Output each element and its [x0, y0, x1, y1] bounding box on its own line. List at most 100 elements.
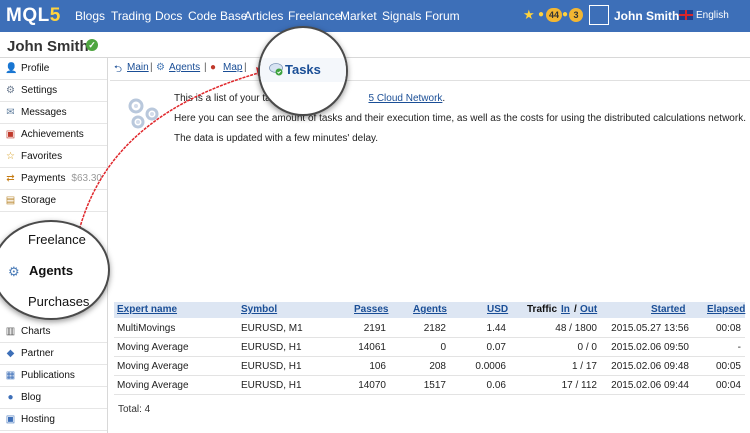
callout-item-label: Purchases	[28, 294, 90, 309]
table-row[interactable]: Moving Average EURUSD, H1 14061 0 0.07 0…	[114, 338, 745, 357]
notification-badge[interactable]: 44	[546, 8, 563, 22]
cell-symbol: EURUSD, H1	[241, 380, 302, 391]
balance-value: $63.30	[71, 173, 102, 184]
tab-tasks[interactable]: Tasks	[285, 62, 321, 77]
coin-icon: ●	[562, 9, 569, 20]
sidebar-item-label: Achievements	[21, 129, 84, 140]
col-traffic-out[interactable]: Out	[580, 304, 597, 315]
tab-agents[interactable]: Agents	[169, 62, 200, 73]
cell-usd: 0.0006	[475, 361, 506, 372]
cell-traffic: 17 / 112	[561, 380, 597, 391]
sidebar-item-favorites[interactable]: ☆ Favorites	[0, 146, 107, 168]
callout-item-label: Freelance	[28, 232, 86, 247]
sidebar-item-label: Profile	[21, 63, 50, 74]
nav-docs[interactable]: Docs	[155, 9, 182, 23]
nav-freelance[interactable]: Freelance	[288, 9, 341, 23]
col-traffic-in[interactable]: In	[561, 304, 570, 315]
language-selector[interactable]: English	[696, 10, 729, 21]
sidebar-item-charts[interactable]: ▥ Charts	[0, 321, 107, 343]
settings-icon: ⚙	[6, 85, 15, 96]
sidebar-item-profile[interactable]: 👤 Profile	[0, 58, 107, 80]
cell-usd: 0.07	[486, 342, 506, 353]
sidebar-item-storage[interactable]: ▤ Storage	[0, 190, 107, 212]
col-symbol[interactable]: Symbol	[241, 304, 277, 315]
table-header: Expert name Symbol Passes Agents USD Tra…	[114, 302, 745, 318]
cloud-check-icon	[269, 63, 283, 76]
top-navigation-bar: MQL5 Blogs Trading Docs Code Base Articl…	[0, 0, 750, 32]
sidebar-item-label: Partner	[21, 348, 54, 359]
cell-traffic: 1 / 17	[571, 361, 597, 372]
sidebar-item-blog[interactable]: ● Blog	[0, 387, 107, 409]
nav-signals[interactable]: Signals	[382, 9, 421, 23]
col-elapsed[interactable]: Elapsed	[707, 304, 745, 315]
table-total: Total: 4	[118, 404, 151, 415]
cell-started: 2015.05.27 13:56	[611, 323, 689, 334]
sidebar-item-payments[interactable]: ⇄ Payments $63.30	[0, 168, 107, 190]
nav-forum[interactable]: Forum	[425, 9, 460, 23]
cell-symbol: EURUSD, M1	[241, 323, 303, 334]
sidebar-item-publications[interactable]: ▦ Publications	[0, 365, 107, 387]
tabs-divider	[110, 80, 750, 81]
cloud-gears-icon	[128, 98, 159, 129]
sidebar-item-achievements[interactable]: ▣ Achievements	[0, 124, 107, 146]
tab-main[interactable]: Main	[127, 62, 149, 73]
sidebar-item-label: Publications	[21, 370, 75, 381]
table-row[interactable]: Moving Average EURUSD, H1 106 208 0.0006…	[114, 357, 745, 376]
col-passes[interactable]: Passes	[354, 304, 388, 315]
uk-flag-icon[interactable]	[679, 10, 693, 20]
cell-elapsed: -	[737, 342, 741, 353]
sidebar-item-label: Hosting	[21, 414, 55, 425]
sidebar-item-label: Favorites	[21, 151, 63, 162]
avatar[interactable]	[589, 5, 609, 25]
sidebar-item-partner[interactable]: ◆ Partner	[0, 343, 107, 365]
back-arrow-icon[interactable]: ⮌	[114, 62, 122, 79]
callout-item-label: Agents	[29, 263, 74, 278]
cell-elapsed: 00:05	[715, 361, 741, 372]
table-row[interactable]: MultiMovings EURUSD, M1 2191 2182 1.44 4…	[114, 319, 745, 338]
intro-line-3: The data is updated with a few minutes' …	[174, 133, 379, 144]
cell-expert: Moving Average	[117, 342, 189, 353]
sidebar-item-settings[interactable]: ⚙ Settings	[0, 80, 107, 102]
message-badge[interactable]: 3	[569, 8, 583, 22]
callout-item-purchases[interactable]: Purchases	[0, 288, 108, 316]
cell-agents: 0	[440, 342, 446, 353]
callout-item-agents[interactable]: ⚙ Agents	[0, 257, 108, 285]
sidebar-item-label: Messages	[21, 107, 67, 118]
profile-name: John Smith	[7, 38, 89, 55]
col-usd[interactable]: USD	[487, 304, 508, 315]
blog-icon: ●	[7, 392, 14, 403]
cell-agents: 208	[429, 361, 446, 372]
nav-trading[interactable]: Trading	[111, 9, 151, 23]
sidebar-item-hosting[interactable]: ▣ Hosting	[0, 409, 107, 431]
cell-started: 2015.02.06 09:50	[611, 342, 689, 353]
nav-code-base[interactable]: Code Base	[188, 9, 247, 23]
cell-agents: 2182	[423, 323, 446, 334]
sidebar-item-messages[interactable]: ✉ Messages	[0, 102, 107, 124]
tab-separator: |	[150, 62, 153, 73]
divider	[0, 57, 750, 58]
col-expert-name[interactable]: Expert name	[117, 304, 177, 315]
mql5-logo[interactable]: MQL5	[6, 5, 61, 27]
table-row[interactable]: Moving Average EURUSD, H1 14070 1517 0.0…	[114, 376, 745, 395]
map-pin-icon: ●	[210, 62, 217, 73]
cloud-network-link[interactable]: 5 Cloud Network	[368, 93, 442, 104]
sidebar-item-label: Charts	[21, 326, 51, 337]
nav-blogs[interactable]: Blogs	[75, 9, 105, 23]
tab-map[interactable]: Map	[223, 62, 242, 73]
cell-passes: 14061	[358, 342, 386, 353]
tasks-zoom-callout: Tasks	[258, 26, 348, 116]
col-started[interactable]: Started	[651, 304, 685, 315]
publications-icon: ▦	[5, 370, 16, 381]
cell-agents: 1517	[423, 380, 446, 391]
sidebar-item-label: Payments	[21, 173, 66, 184]
sidebar-zoom-callout: Freelance ⚙ Agents Purchases	[0, 220, 110, 320]
callout-item-freelance[interactable]: Freelance	[0, 226, 108, 254]
top-username[interactable]: John Smith	[614, 9, 679, 23]
cell-symbol: EURUSD, H1	[241, 342, 302, 353]
col-agents[interactable]: Agents	[413, 304, 447, 315]
cell-usd: 1.44	[486, 323, 506, 334]
nav-market[interactable]: Market	[340, 9, 377, 23]
nav-articles[interactable]: Articles	[244, 9, 283, 23]
star-icon[interactable]: ★	[523, 7, 535, 23]
cell-traffic: 48 / 1800	[555, 323, 597, 334]
